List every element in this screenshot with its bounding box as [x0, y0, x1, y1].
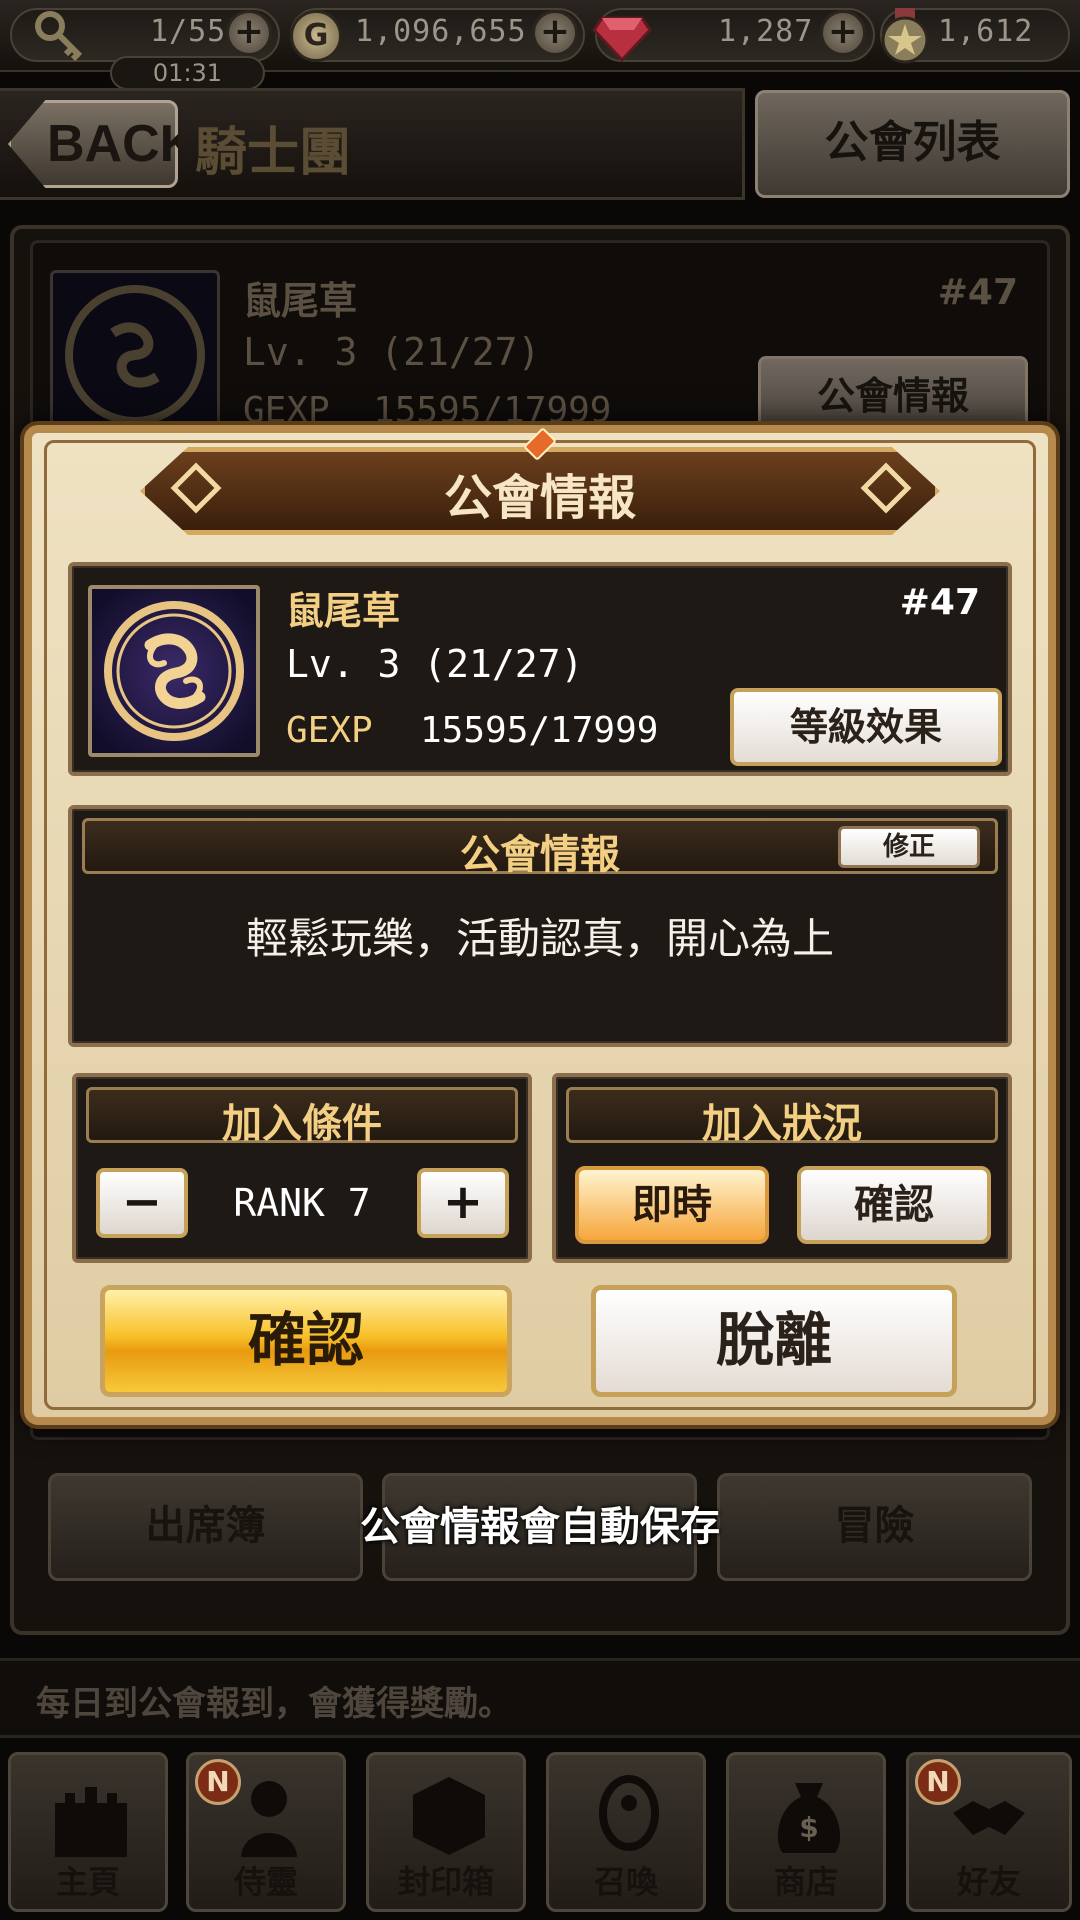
status-bar: 1/55 + 01:31 G 1,096,655 + 1,287 + 1,612 — [0, 0, 1080, 90]
gexp-label: GEXP — [286, 710, 373, 751]
gem-value: 1,287 — [718, 14, 814, 49]
guild-emblem-icon — [88, 585, 260, 757]
bg-guild-level: Lv. 3 (21/27) — [243, 330, 541, 374]
guild-name: 鼠尾草 — [286, 589, 401, 633]
gold-coin-icon: G — [290, 10, 342, 62]
instant-join-button[interactable]: 即時 — [575, 1166, 769, 1244]
nav-seal-box[interactable]: 封印箱 — [366, 1752, 526, 1912]
shop-bag-icon: $ — [769, 1773, 849, 1857]
leave-guild-button[interactable]: 脫離 — [591, 1285, 957, 1397]
guild-emblem-icon — [50, 270, 220, 440]
rank-increase-button[interactable]: + — [417, 1168, 509, 1238]
guild-info-button[interactable]: 公會情報 — [758, 356, 1028, 436]
nav-home[interactable]: 主頁 — [8, 1752, 168, 1912]
nav-label: 侍靈 — [233, 1863, 298, 1901]
new-badge: N — [915, 1759, 961, 1805]
autosave-toast: 公會情報會自動保存 — [360, 1504, 720, 1550]
nav-label: 封印箱 — [397, 1863, 494, 1901]
nav-shop[interactable]: $ 商店 — [726, 1752, 886, 1912]
add-stamina-button[interactable]: + — [226, 10, 272, 56]
seal-box-icon — [409, 1773, 489, 1857]
hint-text: 每日到公會報到，會獲得獎勵。 — [36, 1684, 512, 1724]
gexp-value: 15595/17999 — [420, 710, 659, 751]
key-icon — [28, 6, 88, 66]
gold-value: 1,096,655 — [355, 14, 527, 49]
nav-label: 主頁 — [55, 1863, 120, 1901]
castle-icon — [51, 1773, 131, 1857]
ruby-gem-icon — [592, 8, 652, 64]
summon-icon — [589, 1773, 669, 1857]
bg-guild-rank: #47 — [937, 272, 1018, 313]
stamina-timer: 01:31 — [110, 56, 265, 90]
nav-spirits[interactable]: N 侍靈 — [186, 1752, 346, 1912]
edit-notice-button[interactable]: 修正 — [838, 826, 980, 868]
join-condition-header: 加入條件 — [222, 1101, 382, 1147]
rank-decrease-button[interactable]: − — [96, 1168, 188, 1238]
nav-friends[interactable]: N 好友 — [906, 1752, 1072, 1912]
page-title: 騎士團 — [195, 123, 352, 183]
nav-label: 好友 — [956, 1863, 1021, 1901]
notice-text: 輕鬆玩樂，活動認真，開心為上 — [245, 914, 834, 963]
stamina-value: 1/55 — [150, 14, 227, 49]
level-effect-button[interactable]: 等級效果 — [730, 688, 1002, 766]
svg-text:$: $ — [799, 1811, 818, 1844]
rank-value: RANK 7 — [233, 1181, 371, 1225]
nav-summon[interactable]: 召喚 — [546, 1752, 706, 1912]
guild-level: Lv. 3 (21/27) — [286, 642, 584, 686]
handshake-icon — [949, 1773, 1029, 1857]
add-gem-button[interactable]: + — [820, 10, 866, 56]
star-value: 1,612 — [938, 14, 1034, 49]
join-status-header: 加入狀況 — [702, 1101, 862, 1147]
modal-title: 公會情報 — [443, 470, 636, 526]
guild-list-button[interactable]: 公會列表 — [755, 90, 1070, 198]
add-gold-button[interactable]: + — [532, 10, 578, 56]
star-medal-icon — [878, 8, 932, 64]
nav-label: 召喚 — [593, 1863, 658, 1901]
confirm-button[interactable]: 確認 — [100, 1285, 512, 1397]
new-badge: N — [195, 1759, 241, 1805]
bg-guild-name: 鼠尾草 — [243, 279, 358, 323]
spirit-icon — [229, 1773, 309, 1857]
approval-join-button[interactable]: 確認 — [797, 1166, 991, 1244]
guild-rank: #47 — [899, 582, 980, 623]
nav-label: 商店 — [773, 1863, 838, 1901]
